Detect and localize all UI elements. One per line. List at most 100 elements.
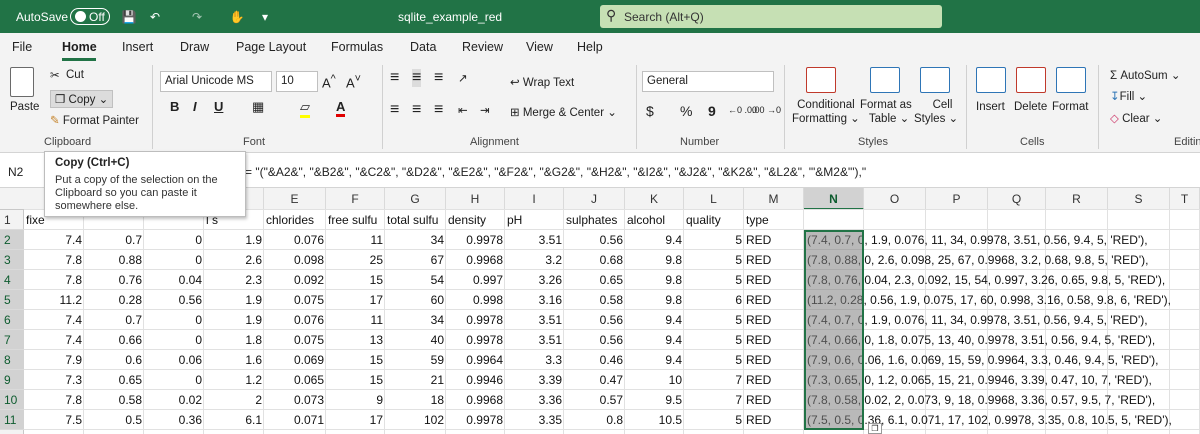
number-format-select[interactable]: General bbox=[642, 71, 774, 92]
table-cell[interactable]: 0.073 bbox=[264, 391, 326, 410]
table-cell[interactable]: 1.6 bbox=[204, 351, 264, 370]
top-align-icon[interactable]: ≡ bbox=[390, 69, 399, 87]
header-cell[interactable]: free sulfu bbox=[326, 211, 385, 230]
table-cell[interactable]: 21 bbox=[385, 371, 446, 390]
table-cell[interactable]: 0.9978 bbox=[446, 331, 505, 350]
table-cell[interactable]: 2 bbox=[204, 391, 264, 410]
format-painter-button[interactable]: ✎ Format Painter bbox=[50, 113, 139, 127]
table-cell[interactable]: 0.57 bbox=[564, 391, 625, 410]
table-cell[interactable]: 0 bbox=[144, 371, 204, 390]
table-cell[interactable]: 0.076 bbox=[264, 311, 326, 330]
table-cell[interactable]: 5 bbox=[684, 271, 744, 290]
underline-button[interactable]: U bbox=[214, 99, 223, 114]
save-icon[interactable]: 💾 bbox=[120, 0, 138, 33]
autosave-toggle[interactable]: Off bbox=[70, 8, 110, 25]
table-cell[interactable]: 10 bbox=[625, 371, 684, 390]
table-cell[interactable]: 17 bbox=[326, 411, 385, 430]
table-cell[interactable]: 2.6 bbox=[204, 251, 264, 270]
table-cell[interactable]: 7.8 bbox=[24, 271, 84, 290]
header-cell[interactable]: chlorides bbox=[264, 211, 326, 230]
tab-home[interactable]: Home bbox=[62, 40, 97, 54]
undo-icon[interactable]: ↶ bbox=[146, 0, 164, 33]
header-cell[interactable]: sulphates bbox=[564, 211, 625, 230]
table-cell[interactable]: RED bbox=[744, 311, 804, 330]
column-header-p[interactable]: P bbox=[926, 188, 988, 210]
table-cell[interactable]: 11.2 bbox=[24, 291, 84, 310]
row-header[interactable]: 8 bbox=[0, 350, 24, 370]
table-cell[interactable]: 7.9 bbox=[24, 351, 84, 370]
table-cell[interactable]: 3.51 bbox=[505, 331, 564, 350]
table-cell[interactable]: 0.56 bbox=[564, 311, 625, 330]
selection-range[interactable] bbox=[804, 230, 864, 430]
percent-button[interactable]: % bbox=[680, 103, 692, 119]
delete-button[interactable]: Delete bbox=[1014, 101, 1047, 113]
table-cell[interactable]: 5 bbox=[684, 411, 744, 430]
table-cell[interactable]: 3.26 bbox=[505, 271, 564, 290]
table-cell[interactable]: 13 bbox=[326, 331, 385, 350]
row-header[interactable]: 3 bbox=[0, 250, 24, 270]
table-cell[interactable]: 0.9964 bbox=[446, 351, 505, 370]
row-header[interactable]: 11 bbox=[0, 410, 24, 430]
table-cell[interactable]: 0.997 bbox=[446, 271, 505, 290]
header-cell[interactable]: pH bbox=[505, 211, 564, 230]
tab-file[interactable]: File bbox=[12, 40, 32, 54]
customize-toolbar-icon[interactable]: ▾ bbox=[256, 0, 274, 33]
table-cell[interactable]: 0.47 bbox=[564, 371, 625, 390]
borders-icon[interactable]: ▦ bbox=[252, 99, 264, 115]
table-cell[interactable]: 0.04 bbox=[144, 271, 204, 290]
column-header-t[interactable]: T bbox=[1170, 188, 1200, 210]
font-name-select[interactable]: Arial Unicode MS bbox=[160, 71, 272, 92]
row-header[interactable]: 10 bbox=[0, 390, 24, 410]
table-cell[interactable]: 0.6 bbox=[84, 351, 144, 370]
decrease-decimal-button[interactable]: .00 →0 bbox=[752, 105, 781, 115]
table-cell[interactable]: 15 bbox=[326, 351, 385, 370]
table-cell[interactable]: 17 bbox=[326, 291, 385, 310]
table-cell[interactable]: 60 bbox=[385, 291, 446, 310]
table-cell[interactable]: 34 bbox=[385, 311, 446, 330]
table-cell[interactable]: 0.65 bbox=[84, 371, 144, 390]
table-cell[interactable]: 9.4 bbox=[625, 231, 684, 250]
table-cell[interactable]: 7.4 bbox=[24, 331, 84, 350]
align-center-icon[interactable]: ≡ bbox=[412, 101, 421, 119]
table-cell[interactable]: 0 bbox=[144, 231, 204, 250]
paste-button[interactable]: Paste bbox=[10, 101, 39, 113]
table-cell[interactable]: 1.9 bbox=[204, 311, 264, 330]
table-cell[interactable]: 3.39 bbox=[505, 371, 564, 390]
table-cell[interactable]: 9.4 bbox=[625, 331, 684, 350]
indent-icon[interactable]: ⇤ bbox=[458, 103, 468, 117]
table-cell[interactable]: 0.998 bbox=[446, 291, 505, 310]
table-cell[interactable]: 0.58 bbox=[84, 391, 144, 410]
table-cell[interactable]: 0.02 bbox=[144, 391, 204, 410]
table-cell[interactable]: 0.071 bbox=[264, 411, 326, 430]
table-cell[interactable]: 3.2 bbox=[505, 251, 564, 270]
clear-button[interactable]: ◇ Clear ⌄ bbox=[1110, 111, 1162, 125]
format-button[interactable]: Format bbox=[1052, 101, 1088, 113]
table-cell[interactable]: 0.58 bbox=[564, 291, 625, 310]
middle-align-icon[interactable]: ≡ bbox=[412, 69, 422, 87]
column-header-q[interactable]: Q bbox=[988, 188, 1046, 210]
format-as-table-button[interactable]: Format as Table ⌄ bbox=[860, 99, 912, 125]
table-cell[interactable]: 6 bbox=[684, 291, 744, 310]
bold-button[interactable]: B bbox=[170, 99, 179, 114]
table-cell[interactable]: 0.075 bbox=[264, 331, 326, 350]
table-cell[interactable]: 0.9946 bbox=[446, 371, 505, 390]
table-cell[interactable]: 0.065 bbox=[264, 371, 326, 390]
currency-button[interactable]: $ bbox=[646, 103, 654, 119]
table-cell[interactable]: 9.8 bbox=[625, 291, 684, 310]
table-cell[interactable]: 0.098 bbox=[264, 251, 326, 270]
table-cell[interactable]: 7.3 bbox=[24, 371, 84, 390]
row-header[interactable]: 5 bbox=[0, 290, 24, 310]
table-cell[interactable]: RED bbox=[744, 251, 804, 270]
table-cell[interactable]: 7.4 bbox=[24, 231, 84, 250]
table-cell[interactable]: 0 bbox=[144, 311, 204, 330]
column-header-i[interactable]: I bbox=[505, 188, 564, 210]
table-cell[interactable]: 0.076 bbox=[264, 231, 326, 250]
table-cell[interactable]: 5 bbox=[684, 351, 744, 370]
format-as-table-icon[interactable] bbox=[870, 67, 900, 93]
align-right-icon[interactable]: ≡ bbox=[434, 101, 443, 119]
table-cell[interactable]: 67 bbox=[385, 251, 446, 270]
column-header-n[interactable]: N bbox=[804, 188, 864, 210]
outdent-icon[interactable]: ⇥ bbox=[480, 103, 490, 117]
table-cell[interactable]: 7.8 bbox=[24, 391, 84, 410]
table-cell[interactable]: 0.5 bbox=[84, 411, 144, 430]
